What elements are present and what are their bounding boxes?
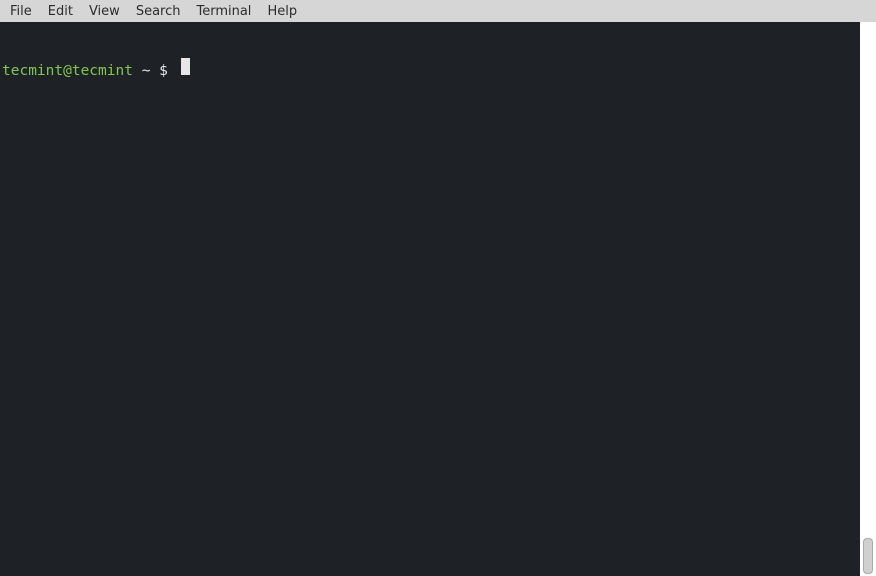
terminal-area[interactable]: tecmint@tecmint ~ $ bbox=[0, 22, 860, 576]
menu-file[interactable]: File bbox=[2, 2, 40, 21]
prompt-dollar: $ bbox=[150, 62, 176, 80]
scrollbar-thumb[interactable] bbox=[863, 538, 873, 574]
terminal-container: tecmint@tecmint ~ $ bbox=[0, 22, 876, 576]
prompt-line: tecmint@tecmint ~ $ bbox=[0, 58, 860, 80]
menu-edit[interactable]: Edit bbox=[40, 2, 81, 21]
menu-view[interactable]: View bbox=[81, 2, 128, 21]
cursor bbox=[181, 58, 190, 75]
menu-search[interactable]: Search bbox=[128, 2, 189, 21]
menu-terminal[interactable]: Terminal bbox=[188, 2, 259, 21]
prompt-user-host: tecmint@tecmint bbox=[2, 62, 133, 80]
scrollbar-track[interactable] bbox=[860, 22, 876, 576]
menu-help[interactable]: Help bbox=[259, 2, 305, 21]
menubar: File Edit View Search Terminal Help bbox=[0, 0, 876, 22]
prompt-path: ~ bbox=[142, 62, 151, 80]
prompt-separator bbox=[133, 62, 142, 80]
